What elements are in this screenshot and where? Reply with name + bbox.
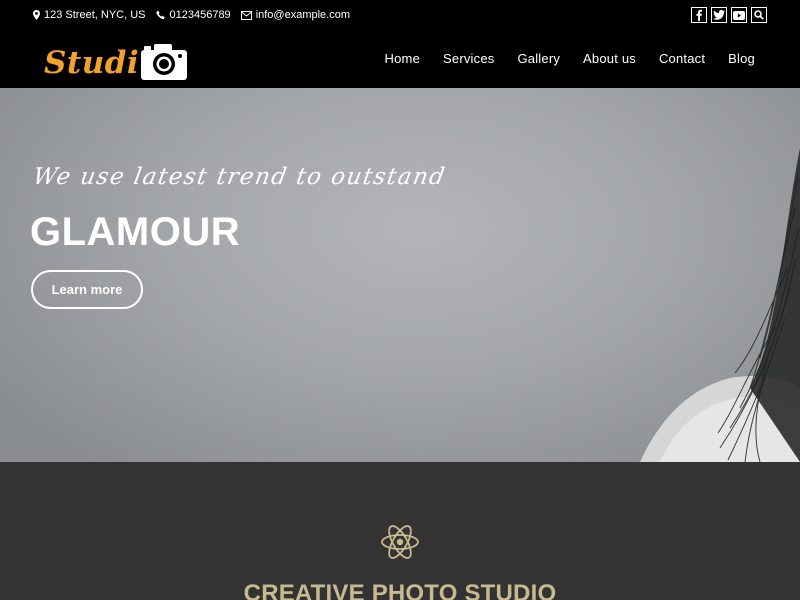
twitter-icon <box>713 10 725 20</box>
search-icon <box>754 10 764 20</box>
camera-icon <box>141 44 188 80</box>
contact-info: 123 Street, NYC, US 0123456789 info@exam… <box>33 9 360 21</box>
hero-banner: We use latest trend to outstand GLAMOUR … <box>0 88 800 462</box>
nav-blog[interactable]: Blog <box>728 51 755 66</box>
search-button[interactable] <box>751 7 767 23</box>
atom-icon <box>381 525 419 559</box>
logo[interactable]: Studi <box>44 41 188 81</box>
youtube-icon <box>733 10 745 20</box>
logo-text: Studi <box>44 45 140 81</box>
twitter-button[interactable] <box>711 7 727 23</box>
facebook-icon <box>696 9 702 21</box>
phone-item[interactable]: 0123456789 <box>155 9 231 21</box>
phone-icon <box>155 10 165 20</box>
top-bar: 123 Street, NYC, US 0123456789 info@exam… <box>0 0 800 32</box>
social-links <box>687 7 767 23</box>
email-item[interactable]: info@example.com <box>240 9 351 21</box>
nav-about-us[interactable]: About us <box>583 51 636 66</box>
main-nav: Home Services Gallery About us Contact B… <box>362 51 755 66</box>
nav-home[interactable]: Home <box>385 51 420 66</box>
address-text: 123 Street, NYC, US <box>44 9 146 21</box>
section-title: CREATIVE PHOTO STUDIO <box>243 580 557 600</box>
intro-section: CREATIVE PHOTO STUDIO <box>0 462 800 600</box>
hero-title: GLAMOUR <box>30 210 241 254</box>
address-item: 123 Street, NYC, US <box>33 9 146 21</box>
youtube-button[interactable] <box>731 7 747 23</box>
hero-portrait-image <box>640 148 800 462</box>
email-text: info@example.com <box>255 9 351 21</box>
site-header: Studi Home Services Gallery About us Con… <box>0 32 800 88</box>
phone-text: 0123456789 <box>169 9 231 21</box>
nav-contact[interactable]: Contact <box>659 51 705 66</box>
learn-more-button[interactable]: Learn more <box>31 270 143 309</box>
facebook-button[interactable] <box>691 7 707 23</box>
hero-tagline: We use latest trend to outstand <box>31 164 448 190</box>
nav-gallery[interactable]: Gallery <box>517 51 560 66</box>
nav-services[interactable]: Services <box>443 51 494 66</box>
map-marker-icon <box>33 10 40 20</box>
envelope-icon <box>240 10 252 20</box>
